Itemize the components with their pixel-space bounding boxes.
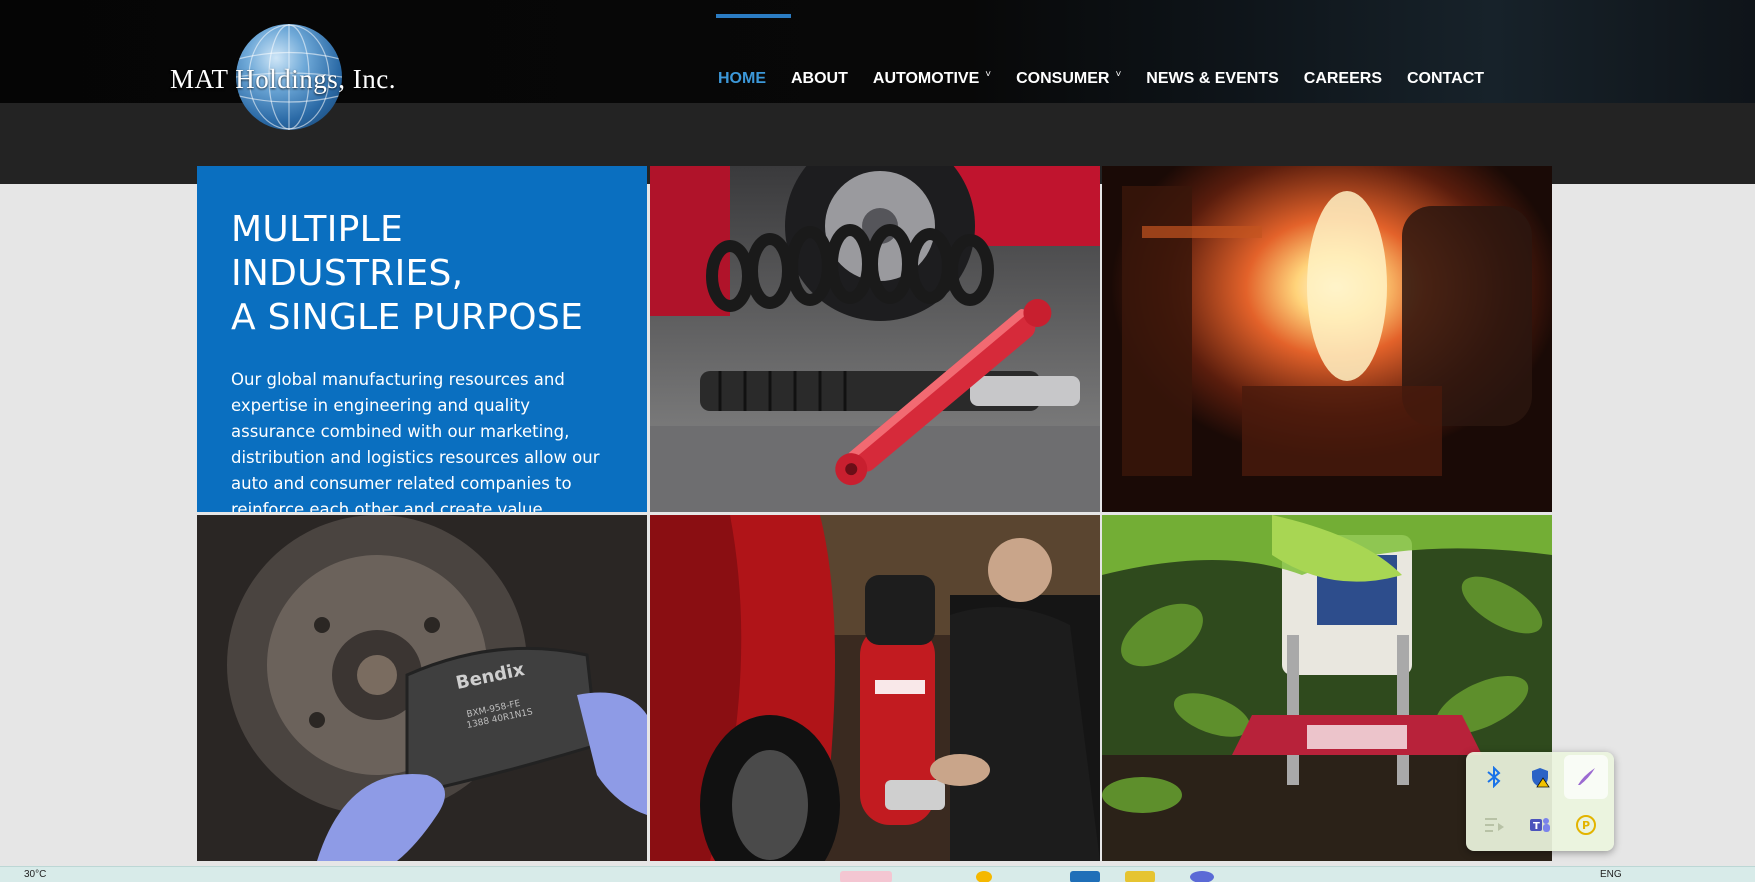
nav-contact-label: CONTACT bbox=[1407, 70, 1485, 87]
nav-consumer[interactable]: CONSUMER ˅ bbox=[1016, 68, 1122, 88]
pen-icon[interactable] bbox=[1564, 755, 1608, 799]
photo-foundry-furnace[interactable] bbox=[1102, 166, 1552, 512]
hero-body: Our global manufacturing resources and e… bbox=[231, 370, 600, 512]
hero-heading-line1: MULTIPLE INDUSTRIES, bbox=[231, 209, 464, 294]
language-indicator[interactable]: ENG bbox=[1600, 869, 1622, 880]
security-warning-icon[interactable] bbox=[1518, 755, 1562, 799]
industries-grid: MULTIPLE INDUSTRIES, A SINGLE PURPOSE Ou… bbox=[197, 166, 1552, 866]
nav-about[interactable]: ABOUT bbox=[791, 70, 848, 88]
svg-text:T: T bbox=[1533, 821, 1540, 832]
media-icon[interactable] bbox=[1472, 803, 1516, 847]
nav-news-label: NEWS & EVENTS bbox=[1146, 70, 1279, 87]
nav-about-label: ABOUT bbox=[791, 70, 848, 87]
taskbar-app-icon[interactable] bbox=[1190, 871, 1214, 882]
photo-shocks-and-struts[interactable] bbox=[650, 166, 1100, 512]
photo-brake-pad[interactable]: Bendix BXM-958-FE 1388 40R1N1S bbox=[197, 515, 647, 861]
taskbar-app-icon[interactable] bbox=[840, 871, 892, 882]
taskbar-app-icon[interactable] bbox=[1070, 871, 1100, 882]
nav-automotive-label: AUTOMOTIVE bbox=[872, 70, 980, 87]
nav-careers-label: CAREERS bbox=[1303, 70, 1382, 87]
weather-text[interactable]: 30°C bbox=[24, 869, 46, 880]
p-badge-icon[interactable]: P bbox=[1564, 803, 1608, 847]
teams-icon[interactable]: T bbox=[1518, 803, 1562, 847]
taskbar: 30°C ENG bbox=[0, 866, 1755, 882]
nav-news-events[interactable]: NEWS & EVENTS bbox=[1146, 70, 1278, 88]
nav-home[interactable]: HOME bbox=[718, 70, 766, 88]
logo[interactable]: MAT Holdings, Inc. bbox=[170, 24, 420, 132]
active-nav-indicator bbox=[716, 14, 791, 18]
system-tray-overflow: T P bbox=[1466, 752, 1614, 851]
logo-text: MAT Holdings, Inc. bbox=[170, 64, 397, 94]
nav-careers[interactable]: CAREERS bbox=[1304, 70, 1382, 88]
taskbar-app-icon[interactable] bbox=[976, 871, 992, 882]
taskbar-app-icon[interactable] bbox=[1125, 871, 1155, 882]
hero-promo: MULTIPLE INDUSTRIES, A SINGLE PURPOSE Ou… bbox=[197, 166, 647, 512]
hero-heading-line2: A SINGLE PURPOSE bbox=[231, 297, 584, 338]
nav-contact[interactable]: CONTACT bbox=[1407, 70, 1484, 88]
nav-automotive[interactable]: AUTOMOTIVE ˅ bbox=[872, 68, 992, 88]
chevron-down-icon: ˅ bbox=[985, 68, 992, 80]
main-nav: HOME ABOUT AUTOMOTIVE ˅ CONSUMER ˅ NEWS & … bbox=[718, 66, 1509, 92]
photo-air-compressor[interactable] bbox=[650, 515, 1100, 861]
svg-text:P: P bbox=[1582, 819, 1590, 832]
bluetooth-icon[interactable] bbox=[1472, 755, 1516, 799]
nav-consumer-label: CONSUMER bbox=[1016, 70, 1110, 87]
hero-heading: MULTIPLE INDUSTRIES, A SINGLE PURPOSE bbox=[231, 208, 619, 340]
nav-home-label: HOME bbox=[718, 70, 766, 87]
chevron-down-icon: ˅ bbox=[1115, 68, 1122, 80]
